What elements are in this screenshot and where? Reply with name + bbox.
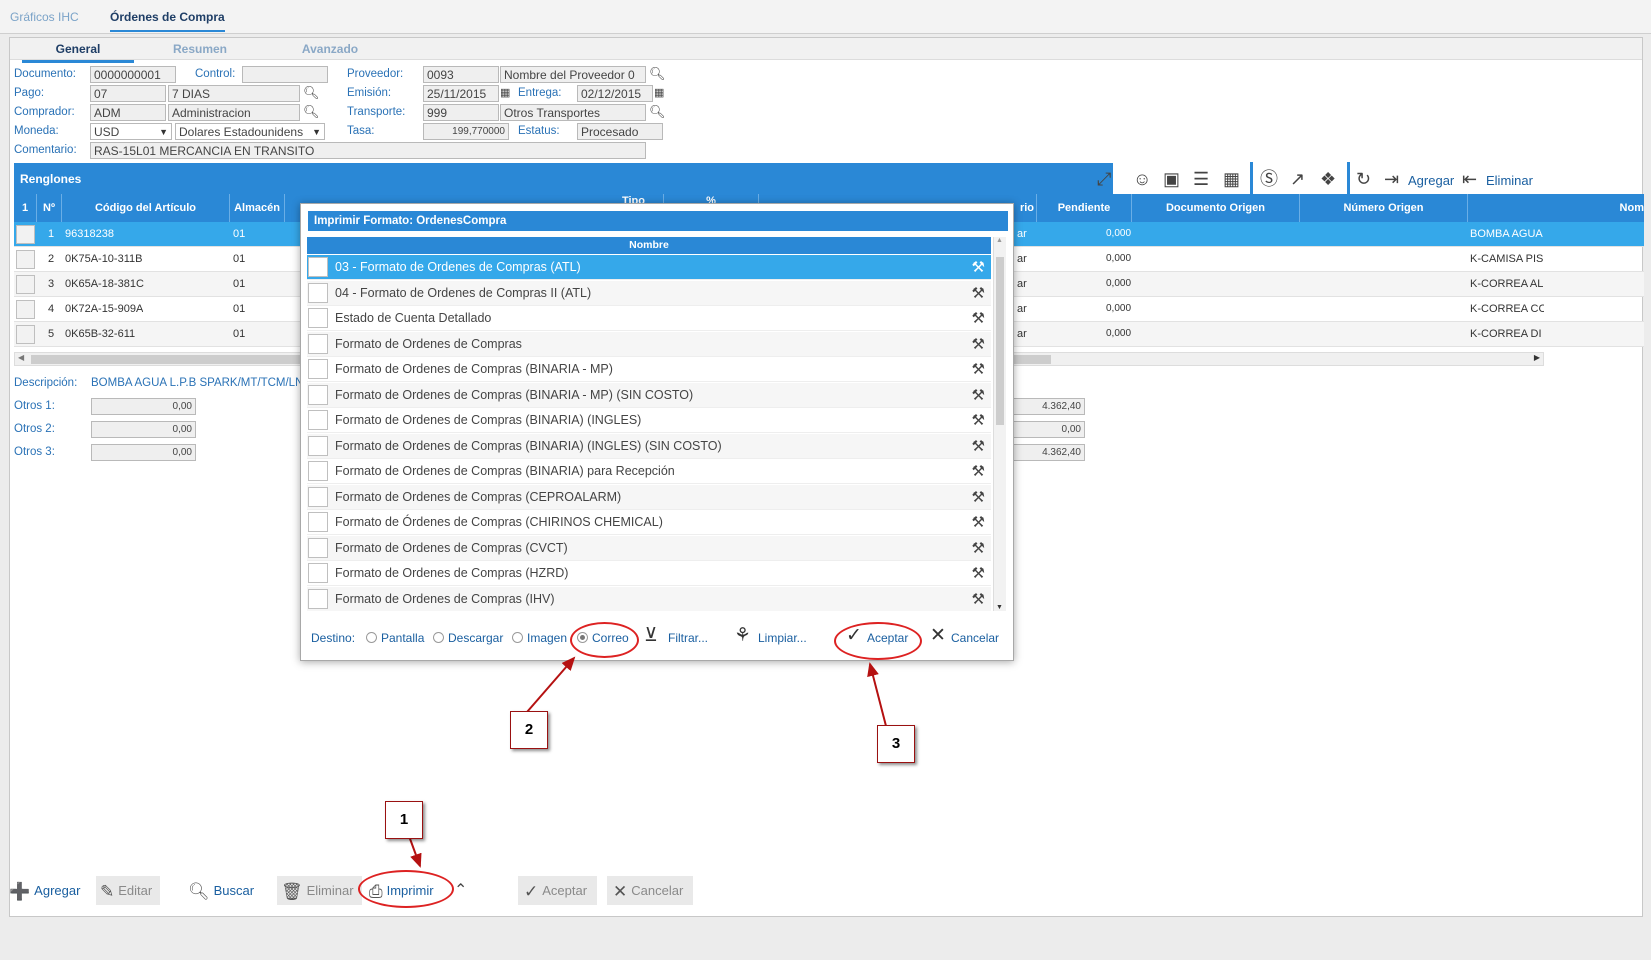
- callout-3: 3: [877, 725, 915, 763]
- app-window: Gráficos IHC Órdenes de Compra General R…: [0, 0, 1651, 960]
- callout-2: 2: [510, 711, 548, 749]
- arrow-1: [408, 835, 422, 868]
- arrow-3: [867, 662, 887, 727]
- annotation-arrows: [408, 656, 887, 868]
- arrow-2: [526, 656, 576, 713]
- callout-1: 1: [385, 801, 423, 839]
